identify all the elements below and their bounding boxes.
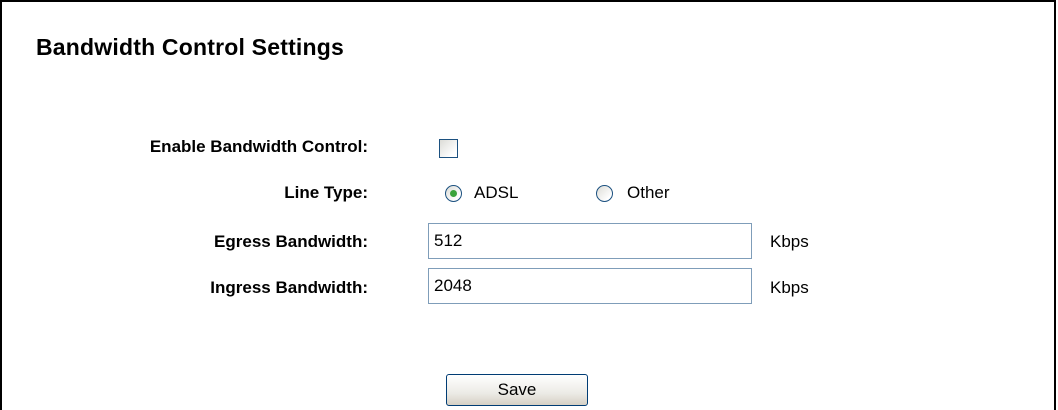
line-type-other-radio[interactable] (596, 185, 613, 202)
ingress-bandwidth-input[interactable]: 2048 (428, 268, 752, 304)
ingress-bandwidth-label: Ingress Bandwidth: (210, 278, 368, 297)
line-type-adsl-label[interactable]: ADSL (474, 183, 518, 203)
ingress-unit-label: Kbps (770, 278, 809, 297)
line-type-label: Line Type: (284, 183, 368, 202)
egress-unit-label: Kbps (770, 232, 809, 251)
enable-bandwidth-control-label: Enable Bandwidth Control: (149, 137, 368, 156)
egress-bandwidth-label: Egress Bandwidth: (214, 232, 368, 251)
egress-bandwidth-input[interactable]: 512 (428, 223, 752, 259)
enable-bandwidth-control-checkbox[interactable] (439, 139, 458, 158)
page-title: Bandwidth Control Settings (36, 34, 345, 60)
line-type-other-label[interactable]: Other (627, 183, 670, 203)
line-type-adsl-radio[interactable] (445, 185, 462, 202)
settings-panel: Bandwidth Control Settings Enable Bandwi… (0, 0, 1056, 410)
save-button[interactable]: Save (446, 374, 588, 406)
